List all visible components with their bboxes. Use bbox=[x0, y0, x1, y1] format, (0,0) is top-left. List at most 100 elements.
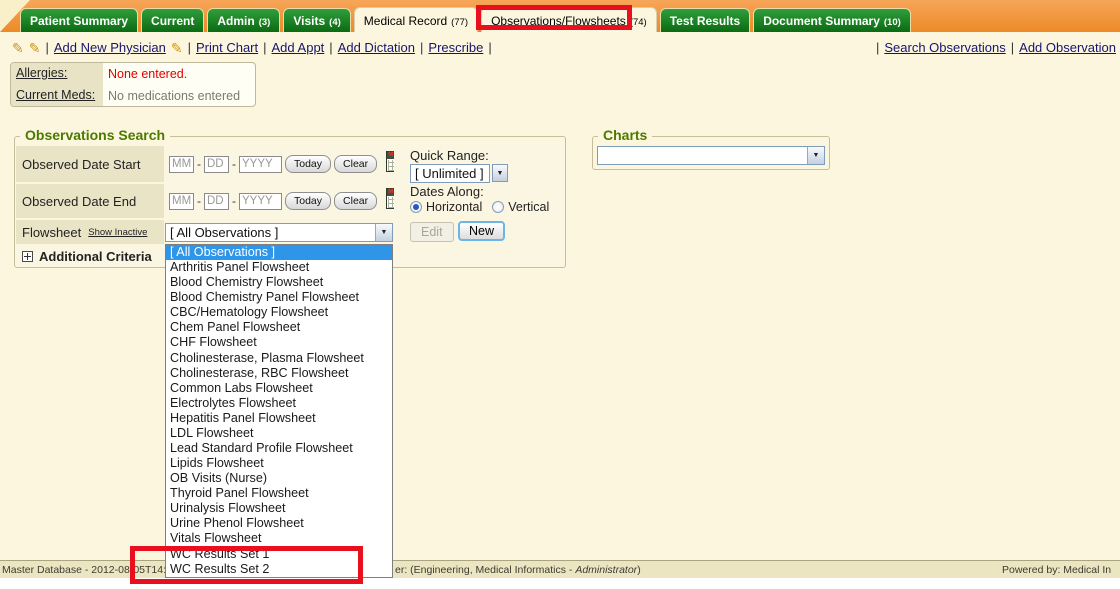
dropdown-item-wc-results-set-2[interactable]: WC Results Set 2 bbox=[166, 562, 392, 577]
dropdown-item-wc-results-set-1[interactable]: WC Results Set 1 bbox=[166, 547, 392, 562]
date-start-mm-input[interactable] bbox=[169, 156, 194, 173]
date-end-inputs: - - Today Clear bbox=[166, 184, 404, 218]
dropdown-item[interactable]: OB Visits (Nurse) bbox=[166, 471, 392, 486]
date-end-yyyy-input[interactable] bbox=[239, 193, 282, 210]
date-start-clear-button[interactable]: Clear bbox=[334, 155, 377, 173]
tab-observations-flowsheets[interactable]: Observations/Flowsheets (74) bbox=[481, 7, 657, 32]
action-toolbar: ✎ ✎ | Add New Physician ✎ | Print Chart … bbox=[0, 40, 1120, 60]
flowsheet-select-arrow[interactable]: ▼ bbox=[375, 224, 392, 241]
add-new-physician-link[interactable]: Add New Physician bbox=[54, 40, 166, 55]
vertical-radio[interactable] bbox=[492, 201, 504, 213]
tab-label: Patient Summary bbox=[30, 14, 128, 28]
tab-count: (4) bbox=[329, 17, 341, 28]
dropdown-item[interactable]: Lipids Flowsheet bbox=[166, 456, 392, 471]
search-observations-link[interactable]: Search Observations bbox=[884, 40, 1005, 55]
status-user-role: Administrator bbox=[575, 564, 637, 576]
dropdown-item[interactable]: Blood Chemistry Flowsheet bbox=[166, 275, 392, 290]
separator: | bbox=[488, 40, 491, 55]
edit-physician-icon[interactable]: ✎ bbox=[171, 41, 183, 55]
dropdown-item[interactable]: Cholinesterase, RBC Flowsheet bbox=[166, 366, 392, 381]
chevron-down-icon: ▼ bbox=[381, 229, 388, 236]
tab-test-results[interactable]: Test Results bbox=[660, 8, 750, 32]
top-tab-bar: Patient Summary Current Admin (3) Visits… bbox=[0, 0, 1120, 32]
add-observation-link[interactable]: Add Observation bbox=[1019, 40, 1116, 55]
separator: | bbox=[420, 40, 423, 55]
tab-current[interactable]: Current bbox=[141, 8, 204, 32]
date-dash: - bbox=[197, 157, 201, 171]
quick-range-value: [ Unlimited ] bbox=[411, 166, 489, 181]
dropdown-item[interactable]: Cholinesterase, Plasma Flowsheet bbox=[166, 351, 392, 366]
dropdown-item[interactable]: Urine Phenol Flowsheet bbox=[166, 516, 392, 531]
bottom-strip bbox=[0, 578, 1120, 589]
tab-label: Document Summary bbox=[763, 14, 880, 28]
add-appt-link[interactable]: Add Appt bbox=[272, 40, 325, 55]
allergies-link[interactable]: Allergies: bbox=[16, 66, 67, 80]
dropdown-item[interactable]: Arthritis Panel Flowsheet bbox=[166, 260, 392, 275]
quick-range-label: Quick Range: bbox=[410, 148, 489, 163]
new-flowsheet-button[interactable]: New bbox=[458, 221, 505, 241]
date-start-today-button[interactable]: Today bbox=[285, 155, 331, 173]
allergies-row: Allergies: None entered. bbox=[11, 63, 255, 85]
date-end-dd-input[interactable] bbox=[204, 193, 229, 210]
flowsheet-select[interactable]: [ All Observations ] ▼ bbox=[165, 223, 393, 242]
dates-along-label: Dates Along: bbox=[410, 184, 484, 199]
print-chart-link[interactable]: Print Chart bbox=[196, 40, 258, 55]
tab-admin[interactable]: Admin (3) bbox=[207, 8, 280, 32]
tab-strip: Patient Summary Current Admin (3) Visits… bbox=[20, 7, 911, 32]
chevron-down-icon: ▼ bbox=[497, 170, 504, 177]
tab-patient-summary[interactable]: Patient Summary bbox=[20, 8, 138, 32]
horizontal-radio[interactable] bbox=[410, 201, 422, 213]
dropdown-item[interactable]: Electrolytes Flowsheet bbox=[166, 396, 392, 411]
tab-count: (10) bbox=[884, 17, 901, 28]
prescribe-link[interactable]: Prescribe bbox=[428, 40, 483, 55]
date-end-today-button[interactable]: Today bbox=[285, 192, 331, 210]
tab-label: Medical Record bbox=[364, 14, 447, 28]
dropdown-item[interactable]: Blood Chemistry Panel Flowsheet bbox=[166, 290, 392, 305]
tab-label: Admin bbox=[217, 14, 254, 28]
dropdown-item[interactable]: [ All Observations ] bbox=[166, 245, 392, 260]
patient-banner: Allergies: None entered. Current Meds: N… bbox=[10, 62, 256, 107]
quick-range-arrow-button[interactable]: ▼ bbox=[492, 164, 508, 182]
dropdown-item[interactable]: LDL Flowsheet bbox=[166, 426, 392, 441]
separator: | bbox=[45, 40, 48, 55]
dropdown-item[interactable]: CBC/Hematology Flowsheet bbox=[166, 305, 392, 320]
tab-visits[interactable]: Visits (4) bbox=[283, 8, 350, 32]
tab-document-summary[interactable]: Document Summary (10) bbox=[753, 8, 911, 32]
tab-count: (74) bbox=[630, 17, 647, 28]
additional-criteria-label: Additional Criteria bbox=[39, 249, 152, 264]
status-user-suffix: ) bbox=[637, 564, 641, 576]
edit-flowsheet-button[interactable]: Edit bbox=[410, 222, 454, 242]
charts-select[interactable]: ▼ bbox=[597, 146, 825, 165]
date-start-yyyy-input[interactable] bbox=[239, 156, 282, 173]
charts-select-arrow[interactable]: ▼ bbox=[807, 147, 824, 164]
date-end-mm-input[interactable] bbox=[169, 193, 194, 210]
date-start-dd-input[interactable] bbox=[204, 156, 229, 173]
separator: | bbox=[329, 40, 332, 55]
status-powered-by-text: Powered by: Medical In bbox=[1002, 564, 1111, 576]
current-meds-link[interactable]: Current Meds: bbox=[16, 88, 95, 102]
observations-search-title: Observations Search bbox=[20, 127, 170, 143]
allergies-value: None entered. bbox=[103, 67, 192, 81]
dropdown-item[interactable]: Urinalysis Flowsheet bbox=[166, 501, 392, 516]
tab-label: Visits bbox=[293, 14, 325, 28]
status-database-text: Master Database - 2012-08-05T14:25: bbox=[2, 564, 181, 576]
edit-note-icon[interactable]: ✎ bbox=[29, 41, 41, 55]
flowsheet-label: Flowsheet bbox=[22, 225, 81, 240]
dropdown-item[interactable]: Chem Panel Flowsheet bbox=[166, 320, 392, 335]
date-end-clear-button[interactable]: Clear bbox=[334, 192, 377, 210]
dropdown-item[interactable]: CHF Flowsheet bbox=[166, 335, 392, 350]
toolbar-right: | Search Observations | Add Observation bbox=[876, 40, 1116, 55]
dropdown-item[interactable]: Lead Standard Profile Flowsheet bbox=[166, 441, 392, 456]
show-inactive-link[interactable]: Show Inactive bbox=[88, 227, 147, 238]
status-user-prefix: er: (Engineering, Medical Informatics - bbox=[395, 564, 575, 576]
add-dictation-link[interactable]: Add Dictation bbox=[338, 40, 415, 55]
dropdown-item[interactable]: Vitals Flowsheet bbox=[166, 531, 392, 546]
dropdown-item[interactable]: Thyroid Panel Flowsheet bbox=[166, 486, 392, 501]
edit-chart-icon[interactable]: ✎ bbox=[12, 41, 24, 55]
tab-medical-record[interactable]: Medical Record (77) bbox=[354, 7, 478, 32]
status-user-text: er: (Engineering, Medical Informatics - … bbox=[395, 564, 641, 576]
charts-title: Charts bbox=[598, 127, 652, 143]
quick-range-select[interactable]: [ Unlimited ] bbox=[410, 164, 490, 183]
dropdown-item[interactable]: Hepatitis Panel Flowsheet bbox=[166, 411, 392, 426]
dropdown-item[interactable]: Common Labs Flowsheet bbox=[166, 381, 392, 396]
